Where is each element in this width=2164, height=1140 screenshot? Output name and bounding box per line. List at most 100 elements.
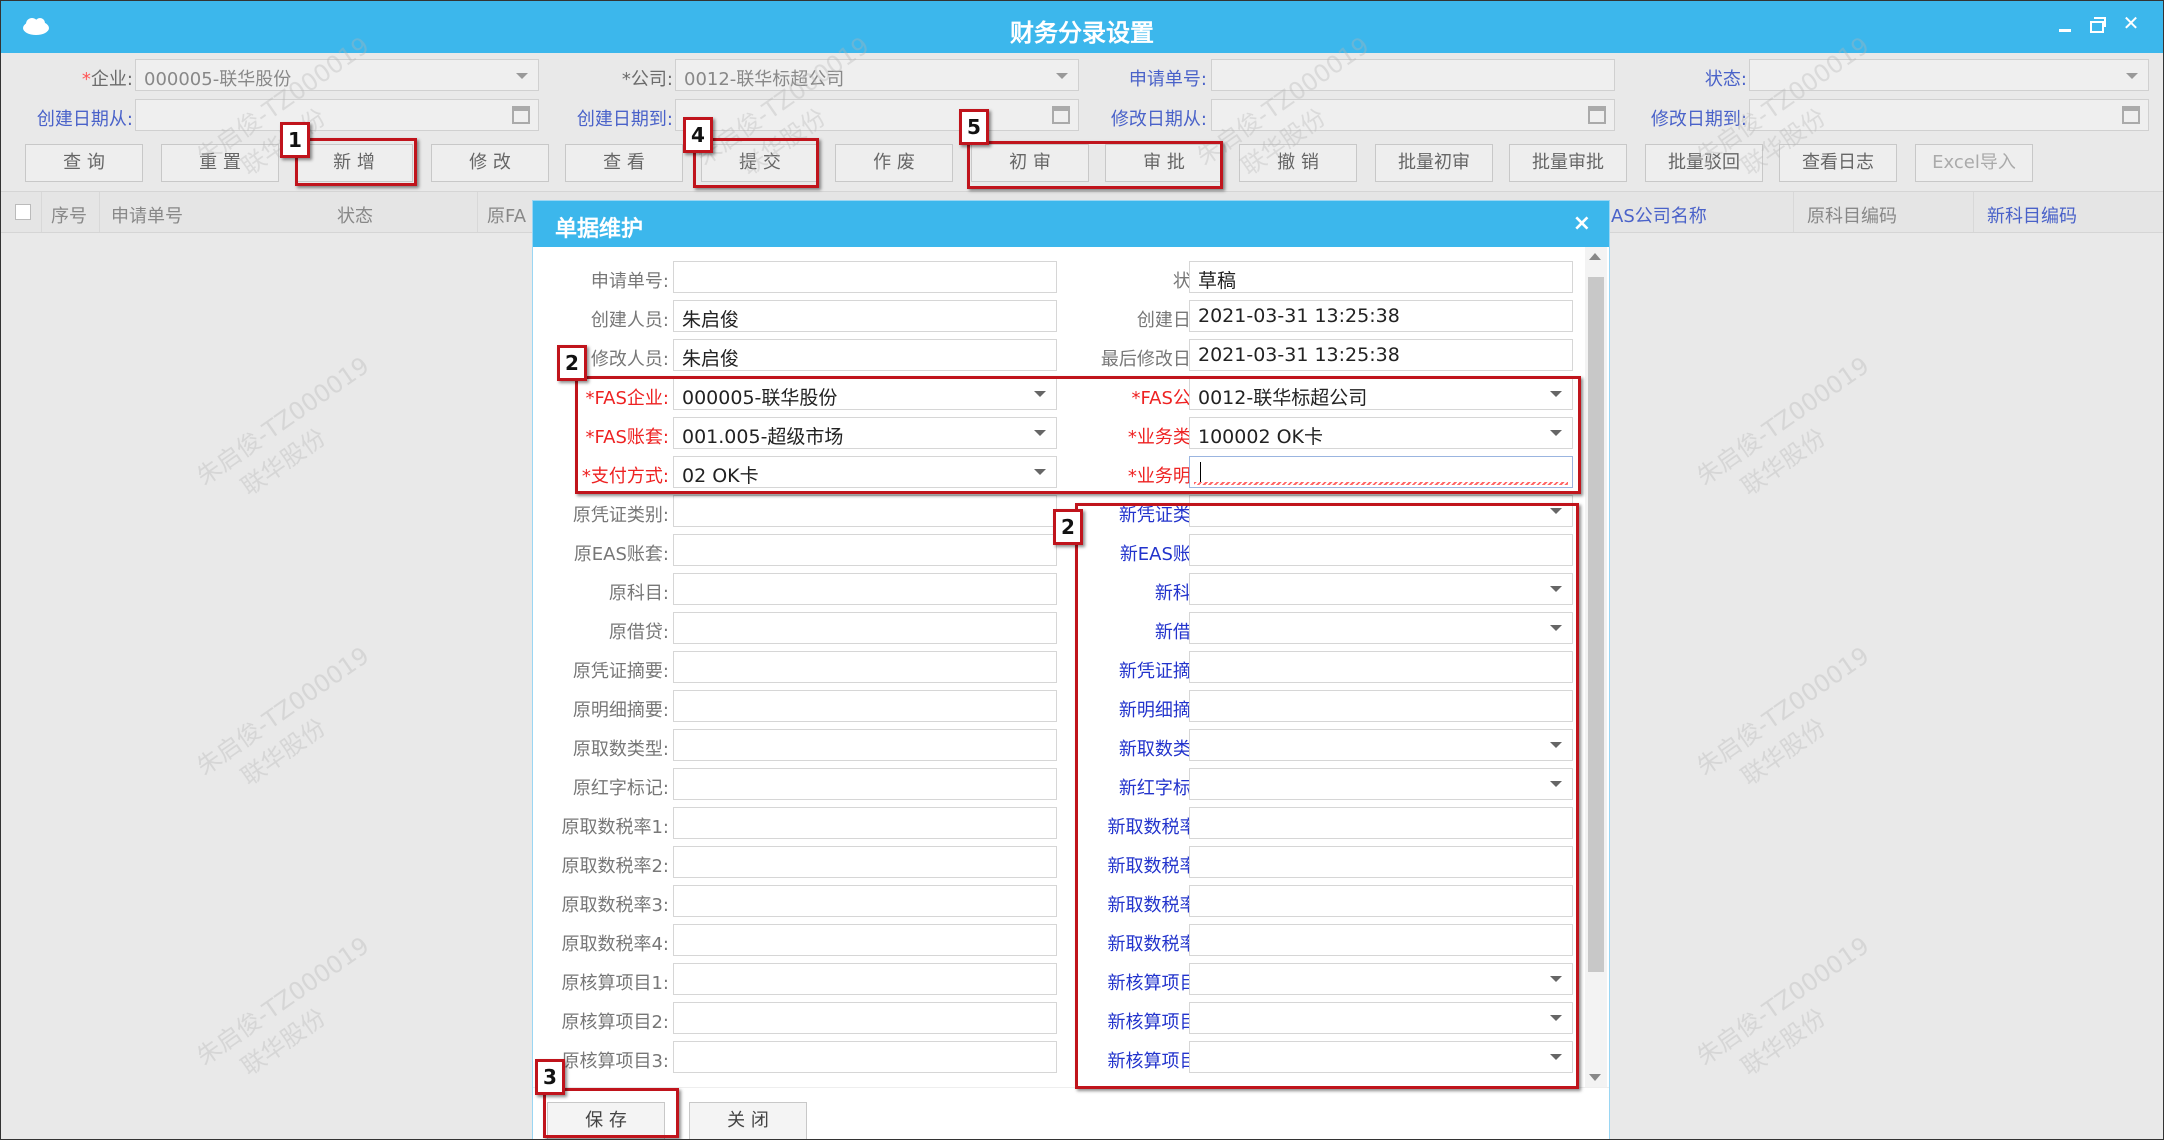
appno-field[interactable] (673, 261, 1057, 293)
filter-modified-to-input[interactable] (1749, 99, 2149, 131)
new-field-input[interactable] (1189, 807, 1573, 839)
new-field-input[interactable] (1189, 690, 1573, 722)
filter-created-to-input[interactable] (675, 99, 1079, 131)
orig-field-input[interactable] (673, 885, 1057, 917)
new-field-input[interactable] (1189, 885, 1573, 917)
fas-ledger-select[interactable]: 001.005-超级市场 (673, 417, 1057, 449)
filter-company-select[interactable]: 000005-联华股份 (135, 59, 539, 91)
close-icon[interactable]: ✕ (2119, 11, 2143, 35)
first-review-button[interactable]: 初 审 (971, 144, 1089, 182)
new-field-select[interactable] (1189, 768, 1573, 800)
filter-created-to-label: 创建日期到: (576, 109, 673, 130)
new-field-input[interactable] (1189, 846, 1573, 878)
dialog-scrollbar[interactable] (1585, 247, 1607, 1087)
orig-field-input[interactable] (673, 729, 1057, 761)
batch-approve-button[interactable]: 批量审批 (1509, 144, 1627, 182)
chevron-down-icon (1550, 430, 1562, 436)
reset-button[interactable]: 重 置 (161, 144, 279, 182)
orig-field-input[interactable] (673, 963, 1057, 995)
select-all-checkbox[interactable] (15, 204, 31, 220)
calendar-icon[interactable] (1588, 106, 1606, 124)
new-field-select[interactable] (1189, 495, 1573, 527)
filter-modified-from-input[interactable] (1211, 99, 1615, 131)
fas-company-select[interactable]: 000005-联华股份 (673, 378, 1057, 410)
creator-field[interactable]: 朱启俊 (673, 300, 1057, 332)
calendar-icon[interactable] (512, 106, 530, 124)
column-header-appno[interactable]: 申请单号 (111, 202, 183, 228)
dialog-close-icon[interactable]: × (1573, 211, 1591, 236)
orig-field-input[interactable] (673, 534, 1057, 566)
edit-button[interactable]: 修 改 (431, 144, 549, 182)
fas-company-value: 000005-联华股份 (682, 387, 838, 409)
business-detail-input[interactable] (1189, 456, 1573, 488)
column-header-status[interactable]: 状态 (337, 202, 373, 228)
status-field[interactable]: 草稿 (1189, 261, 1573, 293)
filter-branch-select[interactable]: 0012-联华标超公司 (675, 59, 1079, 91)
column-header-as-company[interactable]: AS公司名称 (1611, 202, 1707, 228)
orig-field-input[interactable] (673, 924, 1057, 956)
chevron-down-icon (516, 73, 528, 79)
chevron-down-icon (1550, 586, 1562, 592)
orig-field-input[interactable] (673, 651, 1057, 683)
filter-status-select[interactable] (1749, 59, 2149, 91)
new-field-select[interactable] (1189, 612, 1573, 644)
new-field-input[interactable] (1189, 924, 1573, 956)
column-header-index[interactable]: 序号 (51, 202, 87, 228)
calendar-icon[interactable] (1052, 106, 1070, 124)
scrollbar-thumb[interactable] (1588, 277, 1604, 972)
column-divider (1973, 192, 1974, 232)
calendar-icon[interactable] (2122, 106, 2140, 124)
close-button[interactable]: 关 闭 (689, 1102, 807, 1139)
filter-created-from-label: 创建日期从: (36, 109, 133, 130)
void-button[interactable]: 作 废 (835, 144, 953, 182)
new-field-select[interactable] (1189, 729, 1573, 761)
filter-created-from-input[interactable] (135, 99, 539, 131)
revoke-button[interactable]: 撤 销 (1239, 144, 1357, 182)
add-button[interactable]: 新 增 (295, 144, 413, 182)
orig-field-input[interactable] (673, 690, 1057, 722)
orig-field-input[interactable] (673, 1041, 1057, 1073)
modifier-label: 修改人员: (590, 349, 669, 370)
new-field-select[interactable] (1189, 963, 1573, 995)
orig-field-input[interactable] (673, 846, 1057, 878)
new-field-input[interactable] (1189, 651, 1573, 683)
excel-import-button[interactable]: Excel导入 (1915, 144, 2033, 182)
filter-company-label-text: 企业: (90, 69, 133, 90)
new-field-select[interactable] (1189, 1041, 1573, 1073)
orig-field-input[interactable] (673, 1002, 1057, 1034)
orig-field-input[interactable] (673, 612, 1057, 644)
scroll-down-icon[interactable] (1589, 1074, 1601, 1081)
view-log-button[interactable]: 查看日志 (1779, 144, 1897, 182)
payment-method-select[interactable]: 02 OK卡 (673, 456, 1057, 488)
view-button[interactable]: 查 看 (565, 144, 683, 182)
fas-branch-select[interactable]: 0012-联华标超公司 (1189, 378, 1573, 410)
business-type-select[interactable]: 100002 OK卡 (1189, 417, 1573, 449)
query-button[interactable]: 查 询 (25, 144, 143, 182)
column-header-new-account[interactable]: 新科目编码 (1987, 202, 2077, 228)
created-date-field[interactable]: 2021-03-31 13:25:38 (1189, 300, 1573, 332)
orig-field-label: 原核算项目2: (561, 1012, 669, 1033)
orig-field-input[interactable] (673, 768, 1057, 800)
filter-appno-input[interactable] (1211, 59, 1615, 91)
column-divider (99, 192, 100, 232)
annotation-badge-5: 5 (959, 109, 989, 145)
orig-field-input[interactable] (673, 807, 1057, 839)
batch-reject-button[interactable]: 批量驳回 (1645, 144, 1763, 182)
save-button[interactable]: 保 存 (547, 1102, 665, 1139)
column-header-orig-account[interactable]: 原科目编码 (1807, 202, 1897, 228)
business-type-value: 100002 OK卡 (1198, 426, 1323, 448)
column-header-orig-fas[interactable]: 原FA (487, 202, 526, 228)
modifier-field[interactable]: 朱启俊 (673, 339, 1057, 371)
new-field-input[interactable] (1189, 534, 1573, 566)
new-field-select[interactable] (1189, 1002, 1573, 1034)
new-field-select[interactable] (1189, 573, 1573, 605)
batch-first-review-button[interactable]: 批量初审 (1375, 144, 1493, 182)
chevron-down-icon (1056, 73, 1068, 79)
document-dialog: 单据维护 × 申请单号: 创建人员: 朱启俊 修改人员: 朱启俊 状态: 草稿 … (532, 200, 1610, 1139)
last-modified-field[interactable]: 2021-03-31 13:25:38 (1189, 339, 1573, 371)
approve-button[interactable]: 审 批 (1105, 144, 1223, 182)
orig-field-input[interactable] (673, 495, 1057, 527)
orig-field-input[interactable] (673, 573, 1057, 605)
submit-button[interactable]: 提 交 (701, 144, 819, 182)
scroll-up-icon[interactable] (1589, 253, 1601, 260)
